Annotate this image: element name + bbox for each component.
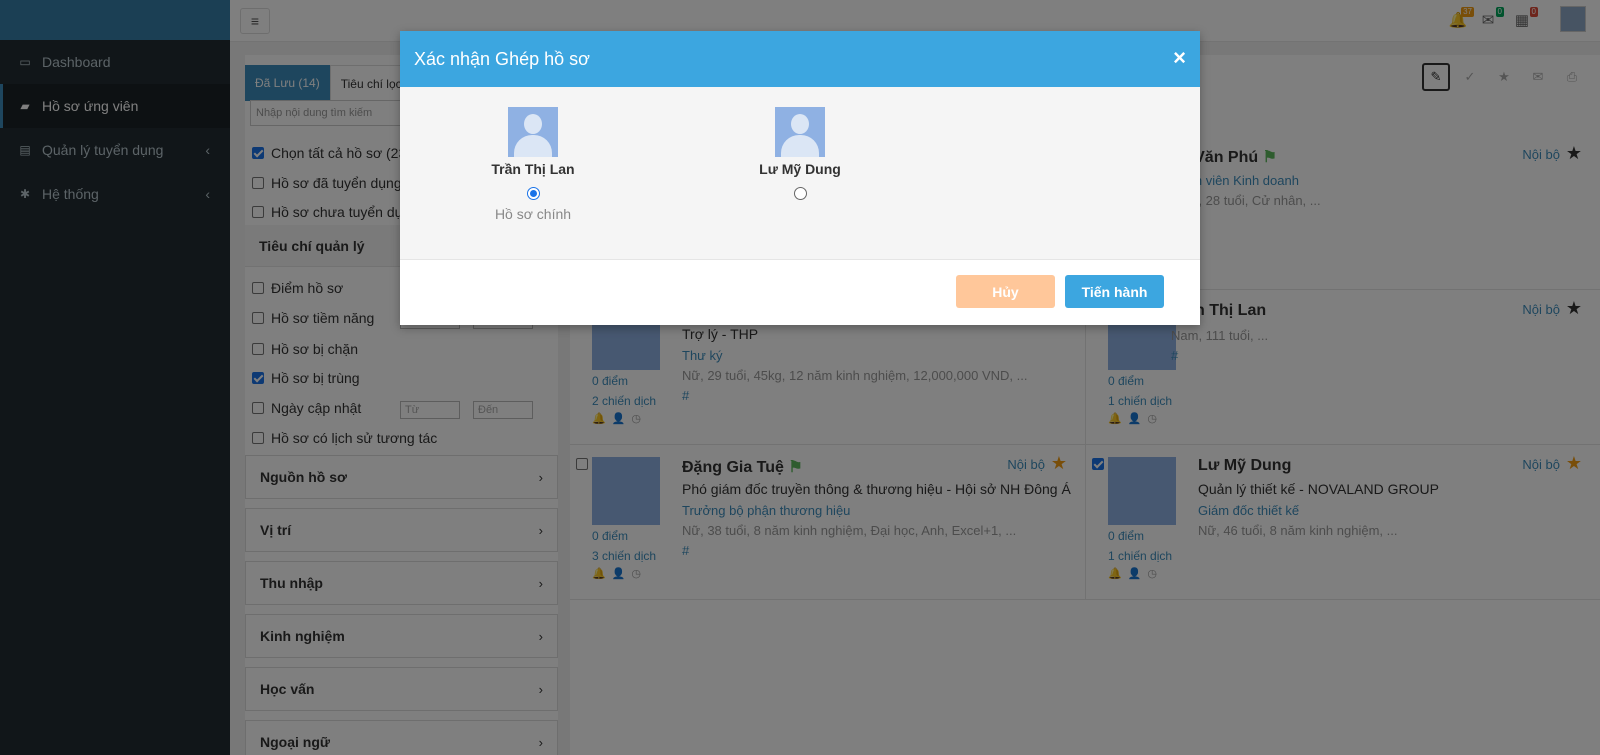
merge-profile-modal: Xác nhận Ghép hồ sơ × Trần Thị Lan Hồ sơ… [400,31,1200,325]
proceed-button[interactable]: Tiến hành [1065,275,1164,308]
cancel-button[interactable]: Hủy [956,275,1055,308]
profile-radio[interactable] [793,187,807,200]
profile-radio[interactable] [526,187,540,200]
main-profile-label: Hồ sơ chính [494,206,572,222]
modal-header: Xác nhận Ghép hồ sơ × [400,31,1200,87]
profile-option[interactable]: Trần Thị Lan Hồ sơ chính [473,107,593,222]
modal-body: Trần Thị Lan Hồ sơ chính Lư Mỹ Dung [400,87,1200,260]
close-icon[interactable]: × [1173,45,1186,71]
modal-title: Xác nhận Ghép hồ sơ [414,48,590,69]
profile-avatar [775,107,825,157]
profile-name: Trần Thị Lan [491,161,575,177]
profile-avatar [508,107,558,157]
profile-name: Lư Mỹ Dung [759,161,841,177]
profile-option[interactable]: Lư Mỹ Dung [740,107,860,200]
